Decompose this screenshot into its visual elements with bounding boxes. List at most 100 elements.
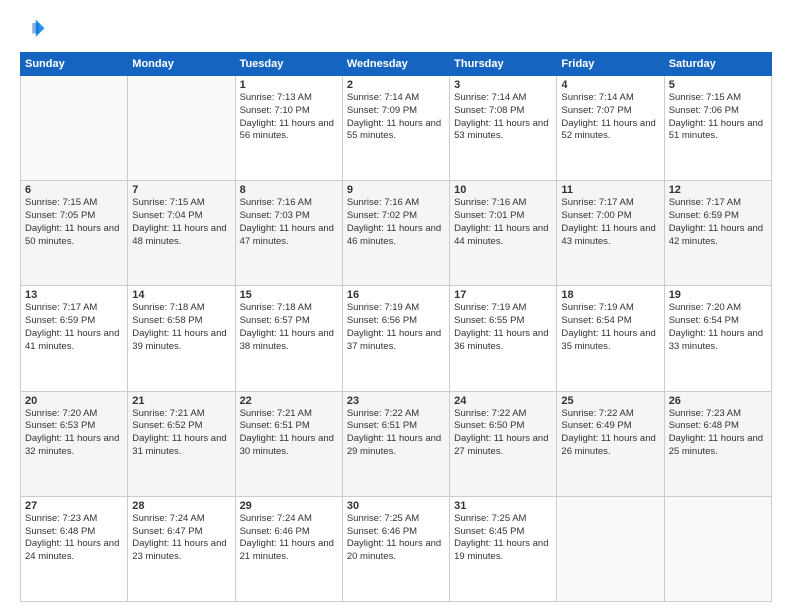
day-number: 27 (25, 500, 123, 512)
calendar-header-row: SundayMondayTuesdayWednesdayThursdayFrid… (21, 53, 772, 76)
day-info: Sunrise: 7:16 AM Sunset: 7:01 PM Dayligh… (454, 197, 552, 248)
calendar-cell: 17Sunrise: 7:19 AM Sunset: 6:55 PM Dayli… (450, 286, 557, 391)
day-number: 13 (25, 289, 123, 301)
calendar-table: SundayMondayTuesdayWednesdayThursdayFrid… (20, 52, 772, 602)
day-info: Sunrise: 7:15 AM Sunset: 7:05 PM Dayligh… (25, 197, 123, 248)
day-info: Sunrise: 7:24 AM Sunset: 6:47 PM Dayligh… (132, 513, 230, 564)
day-of-week-header: Tuesday (235, 53, 342, 76)
calendar-week-row: 6Sunrise: 7:15 AM Sunset: 7:05 PM Daylig… (21, 181, 772, 286)
day-number: 31 (454, 500, 552, 512)
day-number: 5 (669, 79, 767, 91)
day-number: 10 (454, 184, 552, 196)
calendar-cell: 21Sunrise: 7:21 AM Sunset: 6:52 PM Dayli… (128, 391, 235, 496)
day-info: Sunrise: 7:14 AM Sunset: 7:08 PM Dayligh… (454, 92, 552, 143)
day-number: 3 (454, 79, 552, 91)
calendar-week-row: 27Sunrise: 7:23 AM Sunset: 6:48 PM Dayli… (21, 496, 772, 601)
calendar-cell: 24Sunrise: 7:22 AM Sunset: 6:50 PM Dayli… (450, 391, 557, 496)
day-of-week-header: Friday (557, 53, 664, 76)
day-info: Sunrise: 7:21 AM Sunset: 6:51 PM Dayligh… (240, 408, 338, 459)
day-of-week-header: Monday (128, 53, 235, 76)
calendar-cell: 12Sunrise: 7:17 AM Sunset: 6:59 PM Dayli… (664, 181, 771, 286)
calendar-cell: 4Sunrise: 7:14 AM Sunset: 7:07 PM Daylig… (557, 76, 664, 181)
page: SundayMondayTuesdayWednesdayThursdayFrid… (0, 0, 792, 612)
day-info: Sunrise: 7:16 AM Sunset: 7:03 PM Dayligh… (240, 197, 338, 248)
day-number: 9 (347, 184, 445, 196)
day-info: Sunrise: 7:19 AM Sunset: 6:56 PM Dayligh… (347, 302, 445, 353)
day-number: 30 (347, 500, 445, 512)
calendar-cell: 26Sunrise: 7:23 AM Sunset: 6:48 PM Dayli… (664, 391, 771, 496)
day-of-week-header: Thursday (450, 53, 557, 76)
day-info: Sunrise: 7:15 AM Sunset: 7:06 PM Dayligh… (669, 92, 767, 143)
calendar-cell: 9Sunrise: 7:16 AM Sunset: 7:02 PM Daylig… (342, 181, 449, 286)
day-number: 2 (347, 79, 445, 91)
day-number: 22 (240, 395, 338, 407)
calendar-cell: 3Sunrise: 7:14 AM Sunset: 7:08 PM Daylig… (450, 76, 557, 181)
day-number: 18 (561, 289, 659, 301)
calendar-cell (664, 496, 771, 601)
day-number: 7 (132, 184, 230, 196)
day-number: 12 (669, 184, 767, 196)
calendar-cell: 1Sunrise: 7:13 AM Sunset: 7:10 PM Daylig… (235, 76, 342, 181)
calendar-cell: 27Sunrise: 7:23 AM Sunset: 6:48 PM Dayli… (21, 496, 128, 601)
day-number: 16 (347, 289, 445, 301)
calendar-cell (21, 76, 128, 181)
day-info: Sunrise: 7:19 AM Sunset: 6:54 PM Dayligh… (561, 302, 659, 353)
calendar-week-row: 13Sunrise: 7:17 AM Sunset: 6:59 PM Dayli… (21, 286, 772, 391)
day-number: 14 (132, 289, 230, 301)
calendar-cell: 19Sunrise: 7:20 AM Sunset: 6:54 PM Dayli… (664, 286, 771, 391)
calendar-cell: 5Sunrise: 7:15 AM Sunset: 7:06 PM Daylig… (664, 76, 771, 181)
calendar-cell: 28Sunrise: 7:24 AM Sunset: 6:47 PM Dayli… (128, 496, 235, 601)
day-number: 11 (561, 184, 659, 196)
day-number: 28 (132, 500, 230, 512)
day-number: 4 (561, 79, 659, 91)
day-number: 6 (25, 184, 123, 196)
calendar-cell: 7Sunrise: 7:15 AM Sunset: 7:04 PM Daylig… (128, 181, 235, 286)
day-info: Sunrise: 7:25 AM Sunset: 6:45 PM Dayligh… (454, 513, 552, 564)
day-number: 21 (132, 395, 230, 407)
calendar-cell: 11Sunrise: 7:17 AM Sunset: 7:00 PM Dayli… (557, 181, 664, 286)
logo (20, 16, 52, 44)
calendar-cell: 25Sunrise: 7:22 AM Sunset: 6:49 PM Dayli… (557, 391, 664, 496)
day-info: Sunrise: 7:15 AM Sunset: 7:04 PM Dayligh… (132, 197, 230, 248)
calendar-cell: 29Sunrise: 7:24 AM Sunset: 6:46 PM Dayli… (235, 496, 342, 601)
header (20, 16, 772, 44)
calendar-cell: 10Sunrise: 7:16 AM Sunset: 7:01 PM Dayli… (450, 181, 557, 286)
day-info: Sunrise: 7:22 AM Sunset: 6:50 PM Dayligh… (454, 408, 552, 459)
day-number: 24 (454, 395, 552, 407)
calendar-cell: 14Sunrise: 7:18 AM Sunset: 6:58 PM Dayli… (128, 286, 235, 391)
calendar-cell: 2Sunrise: 7:14 AM Sunset: 7:09 PM Daylig… (342, 76, 449, 181)
day-number: 29 (240, 500, 338, 512)
calendar-cell: 23Sunrise: 7:22 AM Sunset: 6:51 PM Dayli… (342, 391, 449, 496)
day-number: 17 (454, 289, 552, 301)
day-info: Sunrise: 7:14 AM Sunset: 7:09 PM Dayligh… (347, 92, 445, 143)
day-info: Sunrise: 7:17 AM Sunset: 6:59 PM Dayligh… (669, 197, 767, 248)
calendar-cell: 31Sunrise: 7:25 AM Sunset: 6:45 PM Dayli… (450, 496, 557, 601)
day-info: Sunrise: 7:22 AM Sunset: 6:51 PM Dayligh… (347, 408, 445, 459)
calendar-cell (557, 496, 664, 601)
day-info: Sunrise: 7:17 AM Sunset: 6:59 PM Dayligh… (25, 302, 123, 353)
day-of-week-header: Saturday (664, 53, 771, 76)
day-number: 15 (240, 289, 338, 301)
day-info: Sunrise: 7:23 AM Sunset: 6:48 PM Dayligh… (25, 513, 123, 564)
calendar-cell: 20Sunrise: 7:20 AM Sunset: 6:53 PM Dayli… (21, 391, 128, 496)
calendar-week-row: 20Sunrise: 7:20 AM Sunset: 6:53 PM Dayli… (21, 391, 772, 496)
day-of-week-header: Wednesday (342, 53, 449, 76)
day-info: Sunrise: 7:22 AM Sunset: 6:49 PM Dayligh… (561, 408, 659, 459)
day-info: Sunrise: 7:19 AM Sunset: 6:55 PM Dayligh… (454, 302, 552, 353)
day-number: 23 (347, 395, 445, 407)
day-info: Sunrise: 7:20 AM Sunset: 6:54 PM Dayligh… (669, 302, 767, 353)
day-info: Sunrise: 7:16 AM Sunset: 7:02 PM Dayligh… (347, 197, 445, 248)
day-info: Sunrise: 7:18 AM Sunset: 6:58 PM Dayligh… (132, 302, 230, 353)
day-info: Sunrise: 7:14 AM Sunset: 7:07 PM Dayligh… (561, 92, 659, 143)
calendar-cell: 30Sunrise: 7:25 AM Sunset: 6:46 PM Dayli… (342, 496, 449, 601)
calendar-cell: 22Sunrise: 7:21 AM Sunset: 6:51 PM Dayli… (235, 391, 342, 496)
day-info: Sunrise: 7:23 AM Sunset: 6:48 PM Dayligh… (669, 408, 767, 459)
calendar-cell: 16Sunrise: 7:19 AM Sunset: 6:56 PM Dayli… (342, 286, 449, 391)
day-info: Sunrise: 7:18 AM Sunset: 6:57 PM Dayligh… (240, 302, 338, 353)
day-number: 8 (240, 184, 338, 196)
day-of-week-header: Sunday (21, 53, 128, 76)
day-number: 19 (669, 289, 767, 301)
calendar-week-row: 1Sunrise: 7:13 AM Sunset: 7:10 PM Daylig… (21, 76, 772, 181)
calendar-cell: 8Sunrise: 7:16 AM Sunset: 7:03 PM Daylig… (235, 181, 342, 286)
day-info: Sunrise: 7:17 AM Sunset: 7:00 PM Dayligh… (561, 197, 659, 248)
